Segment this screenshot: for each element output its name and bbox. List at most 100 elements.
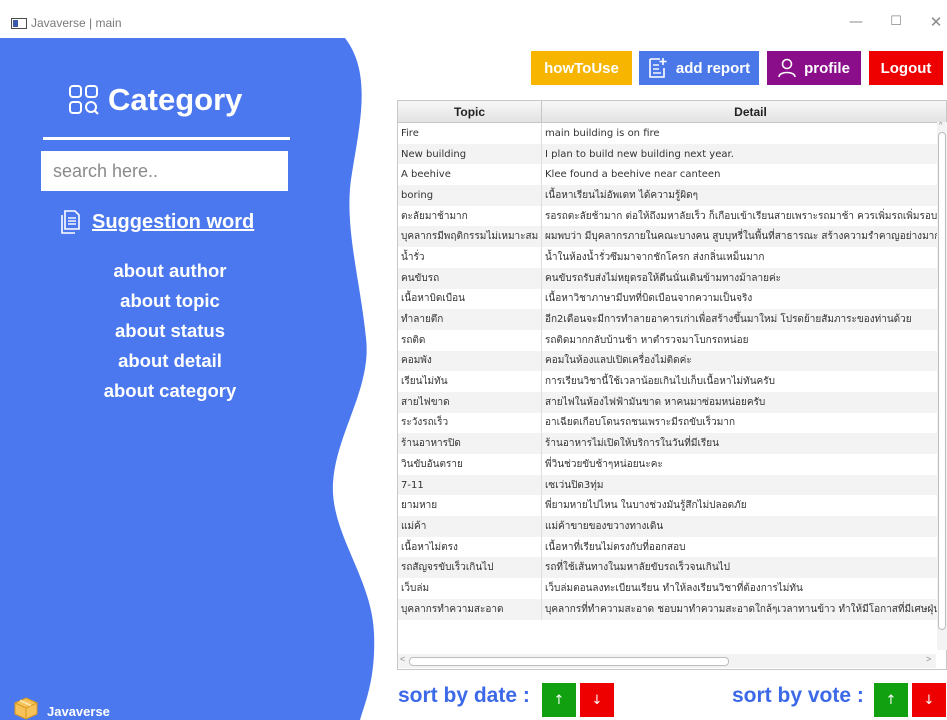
topic-cell[interactable]: boring bbox=[398, 185, 542, 206]
topic-cell[interactable]: รถติด bbox=[398, 329, 542, 351]
table-row[interactable]: เนื้อหาบิดเบือน เนื้อหาวิชาภาษามีบทที่บิด… bbox=[398, 288, 946, 310]
horizontal-scroll-thumb[interactable] bbox=[409, 657, 729, 666]
topic-cell[interactable]: แม่ค้า bbox=[398, 516, 542, 537]
table-row[interactable]: เนื้อหาไม่ตรง เนื้อหาที่เรียนไม่ตรงกับที่… bbox=[398, 536, 946, 558]
table-row[interactable]: ระวังรถเร็ว อาเฉียดเกือบโดนรถชนเพราะมีรถข… bbox=[398, 412, 946, 434]
topic-cell[interactable]: วินขับอันตราย bbox=[398, 454, 542, 475]
sort-date-up-button[interactable]: ↑ bbox=[542, 683, 576, 717]
how-to-use-button[interactable]: howToUse bbox=[531, 51, 632, 85]
scroll-left-icon[interactable]: < bbox=[400, 654, 405, 664]
table-row[interactable]: สายไฟขาด สายไฟในห้องไฟฟ้ามันขาด หาคนมาซ่อ… bbox=[398, 391, 946, 413]
detail-cell[interactable]: I plan to build new building next year. bbox=[541, 143, 946, 165]
table-row[interactable]: วินขับอันตราย พี่วินช่วยขับช้าๆหน่อยนะคะ bbox=[398, 454, 946, 475]
detail-cell[interactable]: เนื้อหาเรียนไม่อัพเดท ได้ความรู้ผิดๆ bbox=[541, 185, 946, 206]
table-row[interactable]: ตะลัยมาช้ามาก รอรถตะลัยช้ามาก ต่อให้ถึงมห… bbox=[398, 205, 946, 227]
topic-cell[interactable]: บุคลากรทำความสะอาด bbox=[398, 598, 542, 620]
table-row[interactable]: เว็บล่ม เว็บล่มตอนลงทะเบียนเรียน ทำให้ลงเ… bbox=[398, 578, 946, 599]
table-row[interactable]: บุคลากรทำความสะอาด บุคลากรที่ทำความสะอาด … bbox=[398, 598, 946, 620]
table-row[interactable]: น้ำรั่ว น้ำในห้องน้ำรั่วซึมมาจากชักโครก ส… bbox=[398, 247, 946, 268]
detail-column-header[interactable]: Detail bbox=[541, 101, 946, 123]
topic-cell[interactable]: เว็บล่ม bbox=[398, 578, 542, 599]
vertical-scrollbar[interactable]: ^ bbox=[937, 122, 947, 650]
topic-cell[interactable]: ระวังรถเร็ว bbox=[398, 412, 542, 434]
close-icon[interactable]: ✕ bbox=[924, 12, 947, 32]
about-topic-link[interactable]: about topic bbox=[60, 286, 280, 316]
topic-cell[interactable]: น้ำรั่ว bbox=[398, 247, 542, 268]
table-row[interactable]: รถสัญจรขับเร็วเกินไป รถที่ใช้เส้นทางในมหา… bbox=[398, 557, 946, 579]
detail-cell[interactable]: อีก2เดือนจะมีการทำลายอาคารเก่าเพื่อสร้าง… bbox=[541, 309, 946, 330]
table-row[interactable]: ร้านอาหารปิด ร้านอาหารไม่เปิดให้บริการในว… bbox=[398, 433, 946, 454]
table-row[interactable]: boring เนื้อหาเรียนไม่อัพเดท ได้ความรู้ผิ… bbox=[398, 185, 946, 206]
table-row[interactable]: เรียนไม่ทัน การเรียนวิชานี้ใช้เวลาน้อยเกิ… bbox=[398, 371, 946, 392]
table-row[interactable]: รถติด รถติดมากกลับบ้านช้า หาตำรวจมาโบกรถห… bbox=[398, 329, 946, 351]
table-row[interactable]: บุคลากรมีพฤติกรรมไม่เหมาะสม ผมพบว่า มีบุค… bbox=[398, 226, 946, 248]
detail-cell[interactable]: พี่ยามหายไปไหน ในบางช่วงมันรู้สึกไม่ปลอด… bbox=[541, 495, 946, 517]
detail-cell[interactable]: ร้านอาหารไม่เปิดให้บริการในวันที่มีเรียน bbox=[541, 433, 946, 454]
table-row[interactable]: New building I plan to build new building… bbox=[398, 143, 946, 165]
logout-button[interactable]: Logout bbox=[869, 51, 943, 85]
topic-column-header[interactable]: Topic bbox=[398, 101, 542, 123]
profile-button[interactable]: profile bbox=[767, 51, 861, 85]
horizontal-scrollbar[interactable]: < > bbox=[398, 654, 936, 668]
detail-cell[interactable]: คอมในห้องแลปเปิดเครื่องไม่ติดค่ะ bbox=[541, 350, 946, 372]
detail-cell[interactable]: รอรถตะลัยช้ามาก ต่อให้ถึงมหาลัยเร็ว ก็เก… bbox=[541, 205, 946, 227]
table-row[interactable]: ยามหาย พี่ยามหายไปไหน ในบางช่วงมันรู้สึกไ… bbox=[398, 495, 946, 517]
detail-cell[interactable]: สายไฟในห้องไฟฟ้ามันขาด หาคนมาซ่อมหน่อยคร… bbox=[541, 391, 946, 413]
detail-cell[interactable]: เซเว่นปิด3ทุ่ม bbox=[541, 474, 946, 496]
minimize-icon[interactable]: — bbox=[844, 12, 868, 32]
detail-cell[interactable]: คนขับรถรับส่งไม่หยุดรอให้ดีนนั่นเดินข้าม… bbox=[541, 267, 946, 289]
topic-cell[interactable]: เนื้อหาบิดเบือน bbox=[398, 288, 542, 310]
topic-cell[interactable]: รถสัญจรขับเร็วเกินไป bbox=[398, 557, 542, 579]
about-author-link[interactable]: about author bbox=[60, 256, 280, 286]
topic-cell[interactable]: สายไฟขาด bbox=[398, 391, 542, 413]
table-row[interactable]: ทำลายตึก อีก2เดือนจะมีการทำลายอาคารเก่าเพ… bbox=[398, 309, 946, 330]
topic-cell[interactable]: ตะลัยมาช้ามาก bbox=[398, 205, 542, 227]
detail-cell[interactable]: อาเฉียดเกือบโดนรถชนเพราะมีรถขับเร็วมาก bbox=[541, 412, 946, 434]
about-category-link[interactable]: about category bbox=[60, 376, 280, 406]
scroll-right-icon[interactable]: > bbox=[926, 654, 931, 664]
detail-cell[interactable]: รถติดมากกลับบ้านช้า หาตำรวจมาโบกรถหน่อย bbox=[541, 329, 946, 351]
detail-cell[interactable]: บุคลากรที่ทำความสะอาด ชอบมาทำความสะอาดใก… bbox=[541, 598, 946, 620]
search-input[interactable] bbox=[41, 151, 288, 191]
detail-cell[interactable]: Klee found a beehive near canteen bbox=[541, 164, 946, 186]
table-row[interactable]: Fire main building is on fire bbox=[398, 122, 946, 144]
detail-cell[interactable]: เนื้อหาวิชาภาษามีบทที่บิดเบือนจากความเป็… bbox=[541, 288, 946, 310]
detail-cell[interactable]: รถที่ใช้เส้นทางในมหาลัยขับรถเร็วจนเกินไป bbox=[541, 557, 946, 579]
topic-cell[interactable]: เรียนไม่ทัน bbox=[398, 371, 542, 392]
table-row[interactable]: 7-11 เซเว่นปิด3ทุ่ม bbox=[398, 474, 946, 496]
topic-cell[interactable]: Fire bbox=[398, 122, 542, 144]
detail-cell[interactable]: แม่ค้าขายของขวางทางเดิน bbox=[541, 516, 946, 537]
detail-cell[interactable]: น้ำในห้องน้ำรั่วซึมมาจากชักโครก ส่งกลิ่น… bbox=[541, 247, 946, 268]
about-detail-link[interactable]: about detail bbox=[60, 346, 280, 376]
vertical-scroll-thumb[interactable] bbox=[938, 132, 946, 630]
topic-cell[interactable]: คนขับรถ bbox=[398, 267, 542, 289]
topic-cell[interactable]: ทำลายตึก bbox=[398, 309, 542, 330]
table-row[interactable]: แม่ค้า แม่ค้าขายของขวางทางเดิน bbox=[398, 516, 946, 537]
detail-cell[interactable]: เนื้อหาที่เรียนไม่ตรงกับที่ออกสอบ bbox=[541, 536, 946, 558]
detail-cell[interactable]: การเรียนวิชานี้ใช้เวลาน้อยเกินไปเก็บเนื้… bbox=[541, 371, 946, 392]
topic-cell[interactable]: เนื้อหาไม่ตรง bbox=[398, 536, 542, 558]
topic-cell[interactable]: คอมพัง bbox=[398, 350, 542, 372]
table-row[interactable]: คนขับรถ คนขับรถรับส่งไม่หยุดรอให้ดีนนั่นเ… bbox=[398, 267, 946, 289]
suggestion-word-label[interactable]: Suggestion word bbox=[92, 211, 254, 234]
topic-cell[interactable]: New building bbox=[398, 143, 542, 165]
sort-date-down-button[interactable]: ↓ bbox=[580, 683, 614, 717]
about-status-link[interactable]: about status bbox=[60, 316, 280, 346]
sort-vote-up-button[interactable]: ↑ bbox=[874, 683, 908, 717]
sort-vote-down-button[interactable]: ↓ bbox=[912, 683, 946, 717]
maximize-icon[interactable]: ☐ bbox=[884, 12, 908, 32]
topic-cell[interactable]: ร้านอาหารปิด bbox=[398, 433, 542, 454]
topic-cell[interactable]: บุคลากรมีพฤติกรรมไม่เหมาะสม bbox=[398, 226, 542, 248]
topic-cell[interactable]: ยามหาย bbox=[398, 495, 542, 517]
add-report-button[interactable]: add report bbox=[639, 51, 759, 85]
suggestion-word-link[interactable]: Suggestion word bbox=[60, 210, 254, 234]
table-row[interactable]: คอมพัง คอมในห้องแลปเปิดเครื่องไม่ติดค่ะ bbox=[398, 350, 946, 372]
detail-cell[interactable]: main building is on fire bbox=[541, 122, 946, 144]
topic-cell[interactable]: 7-11 bbox=[398, 474, 542, 496]
detail-cell[interactable]: เว็บล่มตอนลงทะเบียนเรียน ทำให้ลงเรียนวิช… bbox=[541, 578, 946, 599]
scroll-up-icon[interactable]: ^ bbox=[939, 122, 942, 129]
topic-cell[interactable]: A beehive bbox=[398, 164, 542, 186]
detail-cell[interactable]: พี่วินช่วยขับช้าๆหน่อยนะคะ bbox=[541, 454, 946, 475]
detail-cell[interactable]: ผมพบว่า มีบุคลากรภายในคณะบางคน สูบบุหรี่… bbox=[541, 226, 946, 248]
table-row[interactable]: A beehive Klee found a beehive near cante… bbox=[398, 164, 946, 186]
